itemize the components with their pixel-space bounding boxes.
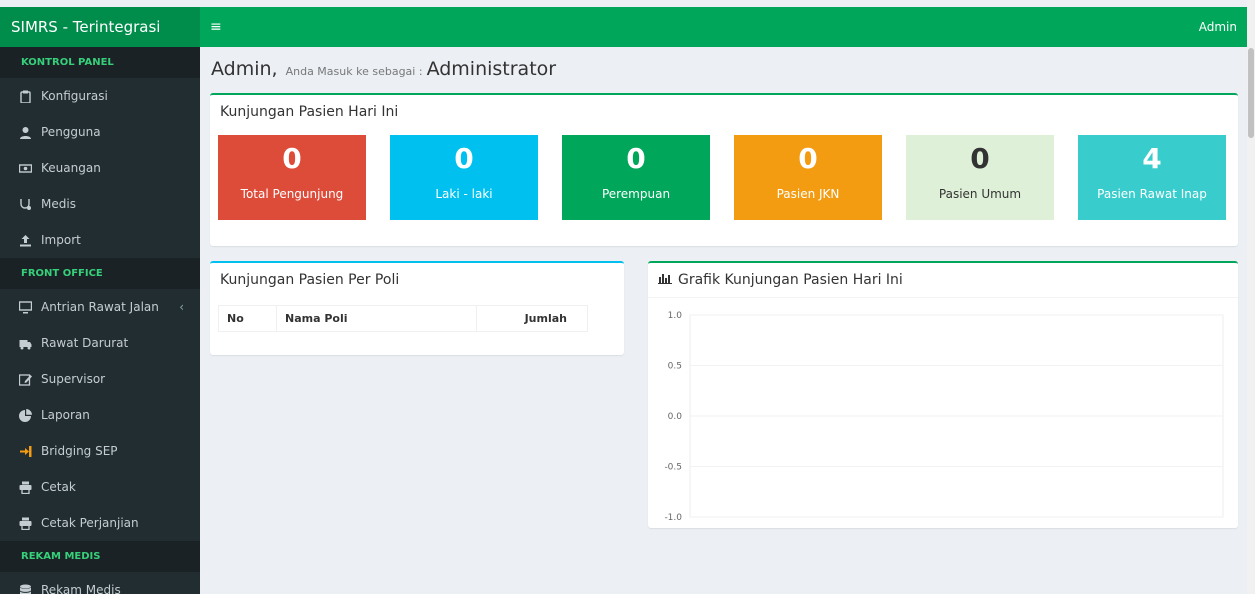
scrollbar-thumb[interactable] — [1248, 48, 1254, 138]
stat-value: 0 — [454, 142, 474, 175]
sidebar-item-pengguna[interactable]: Pengguna — [0, 114, 200, 150]
sidebar-item-bridging-sep[interactable]: Bridging SEP — [0, 433, 200, 469]
stat-card-perempuan[interactable]: 0 Perempuan — [562, 135, 710, 220]
box-title: Kunjungan Pasien Hari Ini — [220, 104, 399, 120]
sidebar-section-header: KONTROL PANEL — [0, 47, 200, 78]
sidebar-item-label: Pengguna — [41, 125, 101, 139]
stat-label: Pasien Umum — [938, 187, 1022, 201]
chevron-left-icon: ‹ — [179, 300, 184, 314]
sidebar-item-label: Supervisor — [41, 372, 106, 386]
stat-card-pasien-rawat-inap[interactable]: 4 Pasien Rawat Inap — [1078, 135, 1226, 220]
sidebar: KONTROL PANEL Konfigurasi Pengguna Keuangan… — [0, 47, 200, 594]
stethoscope-icon — [19, 198, 41, 211]
user-icon — [19, 126, 41, 139]
poli-table: No Nama Poli Jumlah — [218, 305, 588, 332]
sidebar-item-label: Keuangan — [41, 161, 101, 175]
line-chart: 1.0 0.5 0.0 -0.5 -1.0 — [664, 311, 1224, 523]
sidebar-item-label: Medis — [41, 197, 76, 211]
stat-card-total-pengunjung[interactable]: 0 Total Pengunjung — [218, 135, 366, 220]
sidebar-item-label: Import — [41, 233, 81, 247]
chart-title-text: Grafik Kunjungan Pasien Hari Ini — [678, 272, 903, 288]
stat-value: 0 — [282, 142, 302, 175]
stat-card-pasien-umum[interactable]: 0 Pasien Umum — [906, 135, 1054, 220]
sidebar-item-label: Antrian Rawat Jalan — [41, 300, 159, 314]
box-title: Grafik Kunjungan Pasien Hari Ini — [648, 263, 1238, 297]
edit-icon — [19, 373, 41, 386]
database-icon — [19, 584, 41, 594]
stat-label: Laki - laki — [435, 187, 493, 201]
page-title-subtitle: Anda Masuk ke sebagai : — [285, 65, 423, 78]
table-header-row: No Nama Poli Jumlah — [218, 305, 588, 332]
user-menu[interactable]: Admin — [1199, 17, 1237, 37]
sidebar-item-keuangan[interactable]: Keuangan — [0, 150, 200, 186]
y-tick-label: 0.5 — [668, 362, 682, 372]
page-title-role: Administrator — [426, 58, 557, 80]
brand-logo[interactable]: SIMRS - Terintegrasi — [0, 7, 200, 47]
sidebar-item-medis[interactable]: Medis — [0, 186, 200, 222]
kunjungan-hari-ini-box: Kunjungan Pasien Hari Ini 0 Total Pengunj… — [210, 93, 1238, 246]
bar-chart-icon — [658, 272, 678, 288]
sidebar-item-import[interactable]: Import — [0, 222, 200, 258]
sidebar-item-label: Konfigurasi — [41, 89, 108, 103]
sidebar-item-konfigurasi[interactable]: Konfigurasi — [0, 78, 200, 114]
sidebar-item-label: Cetak — [41, 480, 76, 494]
page-title: Admin, Anda Masuk ke sebagai : Administr… — [211, 58, 556, 80]
sidebar-item-rekam-medis[interactable]: Rekam Medis — [0, 572, 200, 594]
y-tick-label: -1.0 — [664, 513, 682, 523]
stats-row: 0 Total Pengunjung 0 Laki - laki 0 Perempuan 0… — [218, 135, 1226, 220]
monitor-icon — [19, 300, 41, 314]
column-header-no: No — [218, 305, 277, 332]
page-title-name: Admin, — [211, 58, 278, 80]
sidebar-item-supervisor[interactable]: Supervisor — [0, 361, 200, 397]
box-title: Kunjungan Pasien Per Poli — [220, 272, 400, 288]
stat-value: 0 — [798, 142, 818, 175]
sidebar-item-label: Laporan — [41, 408, 90, 422]
page-scrollbar[interactable] — [1247, 0, 1255, 594]
grafik-box: Grafik Kunjungan Pasien Hari Ini 1.0 0.5 0… — [648, 261, 1238, 528]
stat-value: 4 — [1142, 142, 1162, 175]
clipboard-icon — [19, 90, 41, 103]
stat-card-pasien-jkn[interactable]: 0 Pasien JKN — [734, 135, 882, 220]
sidebar-item-laporan[interactable]: Laporan — [0, 397, 200, 433]
navbar: ≡ Admin — [200, 7, 1247, 47]
stat-label: Pasien Rawat Inap — [1097, 187, 1207, 201]
stat-label: Perempuan — [601, 187, 671, 201]
stat-label: Total Pengunjung — [240, 187, 344, 201]
print-icon — [19, 517, 41, 530]
column-header-jumlah: Jumlah — [476, 305, 588, 332]
sidebar-section-header: FRONT OFFICE — [0, 258, 200, 289]
sidebar-item-label: Bridging SEP — [41, 444, 118, 458]
stat-card-laki-laki[interactable]: 0 Laki - laki — [390, 135, 538, 220]
money-icon — [19, 162, 41, 175]
print-icon — [19, 481, 41, 494]
stat-label: Pasien JKN — [776, 187, 840, 201]
top-navbar: SIMRS - Terintegrasi ≡ Admin — [0, 7, 1247, 47]
y-tick-label: 0.0 — [668, 412, 683, 422]
sidebar-item-label: Cetak Perjanjian — [41, 516, 139, 530]
stat-value: 0 — [970, 142, 990, 175]
upload-icon — [19, 234, 41, 247]
sidebar-section-header: REKAM MEDIS — [0, 541, 200, 572]
column-header-nama-poli: Nama Poli — [276, 305, 477, 332]
sidebar-item-label: Rekam Medis — [41, 583, 121, 594]
sidebar-toggle-icon[interactable]: ≡ — [210, 17, 222, 37]
sidebar-item-label: Rawat Darurat — [41, 336, 129, 350]
sidebar-item-rawat-darurat[interactable]: Rawat Darurat — [0, 325, 200, 361]
sidebar-item-cetak[interactable]: Cetak — [0, 469, 200, 505]
sign-in-icon — [19, 445, 41, 458]
y-tick-label: -0.5 — [664, 463, 682, 473]
sidebar-item-antrian-rawat-jalan[interactable]: Antrian Rawat Jalan ‹ — [0, 289, 200, 325]
pie-chart-icon — [19, 408, 41, 422]
y-tick-label: 1.0 — [668, 311, 683, 321]
chart-area: 1.0 0.5 0.0 -0.5 -1.0 — [648, 297, 1238, 527]
ambulance-icon — [19, 337, 41, 350]
stat-value: 0 — [626, 142, 646, 175]
sidebar-item-cetak-perjanjian[interactable]: Cetak Perjanjian — [0, 505, 200, 541]
kunjungan-per-poli-box: Kunjungan Pasien Per Poli No Nama Poli J… — [210, 261, 624, 355]
